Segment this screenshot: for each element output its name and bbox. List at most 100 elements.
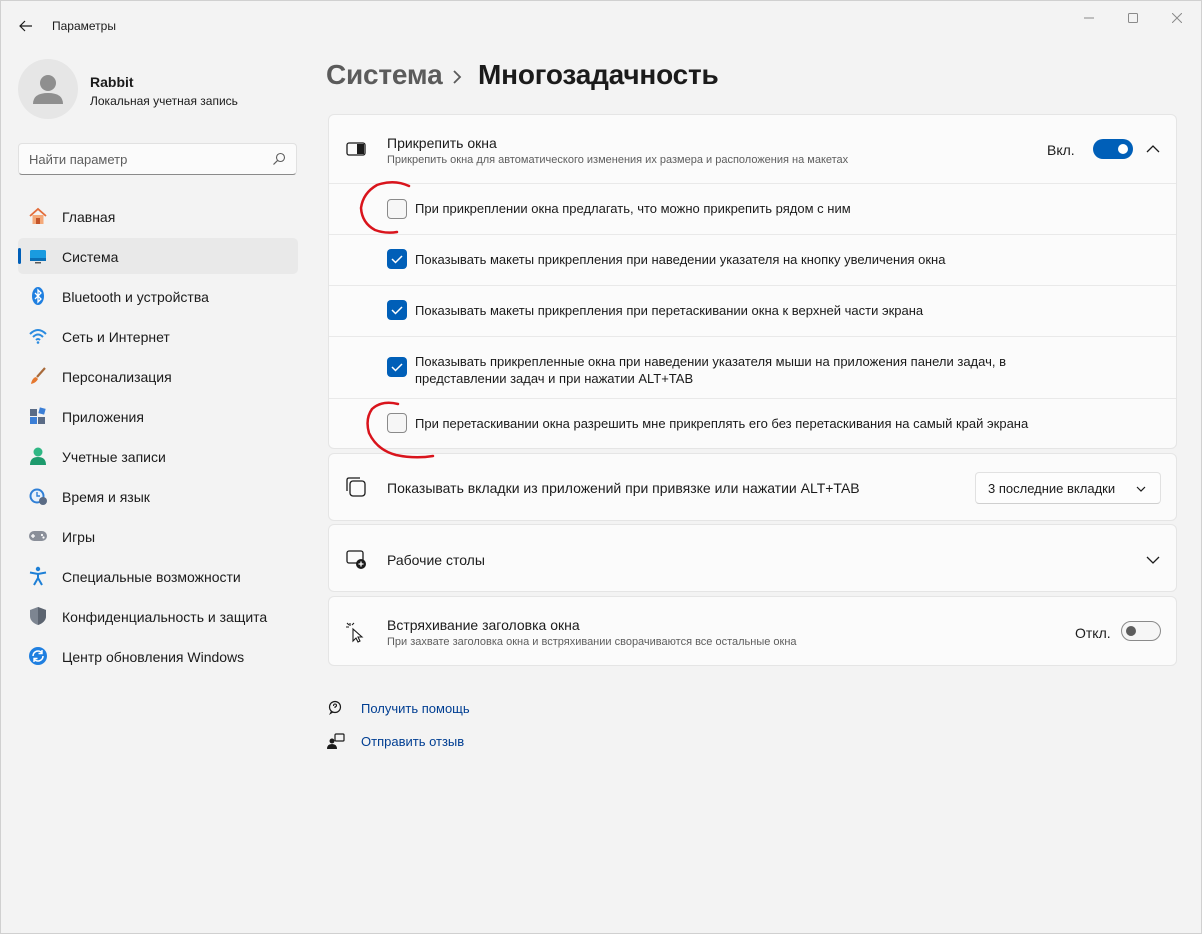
snap-windows-card: Прикрепить окна Прикрепить окна для авто…	[328, 114, 1177, 449]
maximize-icon	[1128, 13, 1138, 23]
alt-tab-tabs-title: Показывать вкладки из приложений при при…	[387, 480, 860, 496]
update-icon	[29, 647, 47, 665]
sidebar-item-personalization[interactable]: Персонализация	[18, 358, 298, 394]
gamepad-icon	[29, 531, 47, 541]
system-icon	[30, 250, 46, 264]
search-input[interactable]	[19, 144, 259, 174]
checkmark-icon	[391, 363, 403, 372]
checkbox[interactable]	[387, 413, 407, 433]
alt-tab-tabs-dropdown[interactable]: 3 последние вкладки	[975, 472, 1161, 504]
checkbox-label: Показывать макеты прикрепления при навед…	[415, 252, 946, 267]
snap-windows-description: Прикрепить окна для автоматического изме…	[387, 154, 849, 166]
checkbox[interactable]	[387, 357, 407, 377]
help-icon	[328, 700, 342, 715]
sidebar-item-label: Центр обновления Windows	[62, 649, 245, 665]
sidebar-item-label: Приложения	[62, 409, 144, 425]
snap-windows-title: Прикрепить окна	[387, 135, 497, 151]
checkbox-label-line-1: Показывать прикрепленные окна при наведе…	[415, 354, 1006, 369]
page-title: Многозадачность	[478, 59, 719, 90]
close-icon	[1172, 13, 1182, 23]
shake-description: При захвате заголовка окна и встряхивани…	[387, 636, 797, 648]
bluetooth-icon	[32, 287, 44, 305]
breadcrumb-parent-link[interactable]: Система	[326, 59, 443, 91]
accounts-icon	[30, 447, 46, 465]
sidebar-item-apps[interactable]: Приложения	[18, 398, 298, 434]
wifi-icon	[29, 329, 47, 344]
sidebar-item-windows-update[interactable]: Центр обновления Windows	[18, 638, 298, 674]
minimize-button[interactable]	[1069, 7, 1109, 29]
sidebar-item-label: Учетные записи	[62, 449, 166, 465]
minimize-icon	[1084, 17, 1094, 19]
sidebar-item-home[interactable]: Главная	[18, 198, 298, 234]
checkbox-label: При прикреплении окна предлагать, что мо…	[415, 201, 851, 216]
checkbox-label: Показывать макеты прикрепления при перет…	[415, 303, 924, 318]
accessibility-icon	[29, 566, 47, 586]
checkmark-icon	[391, 306, 403, 315]
apps-icon	[30, 407, 46, 424]
app-title: Параметры	[52, 19, 116, 33]
chevron-up-icon[interactable]	[1145, 141, 1161, 157]
sidebar-item-label: Сеть и Интернет	[62, 329, 170, 345]
home-icon	[29, 207, 47, 224]
active-indicator	[18, 248, 21, 264]
checkbox[interactable]	[387, 199, 407, 219]
divider	[329, 285, 1176, 286]
shake-cursor-icon	[346, 622, 364, 643]
sidebar-item-label: Конфиденциальность и защита	[62, 609, 268, 625]
chevron-down-icon	[1136, 486, 1146, 492]
account-type: Локальная учетная запись	[90, 94, 238, 108]
user-silhouette-icon	[33, 75, 63, 104]
chevron-right-icon	[453, 70, 462, 84]
title-bar: Параметры	[1, 1, 1201, 49]
snap-windows-icon	[346, 142, 366, 156]
sidebar-item-bluetooth[interactable]: Bluetooth и устройства	[18, 278, 298, 314]
sidebar-item-label: Bluetooth и устройства	[62, 289, 209, 305]
sidebar-item-label: Персонализация	[62, 369, 172, 385]
send-feedback-link[interactable]: Отправить отзыв	[361, 734, 464, 749]
sidebar-item-time-language[interactable]: Время и язык	[18, 478, 298, 514]
sidebar-item-gaming[interactable]: Игры	[18, 518, 298, 554]
toggle-knob	[1118, 144, 1128, 154]
divider	[329, 336, 1176, 337]
close-button[interactable]	[1157, 7, 1197, 29]
avatar[interactable]	[18, 59, 78, 119]
divider	[329, 183, 1176, 184]
shake-toggle[interactable]	[1121, 621, 1161, 641]
sidebar-item-system[interactable]: Система	[18, 238, 298, 274]
back-arrow-icon	[19, 20, 32, 32]
shake-state-label: Откл.	[1075, 625, 1111, 641]
time-language-icon	[29, 488, 47, 505]
snap-windows-toggle[interactable]	[1093, 139, 1133, 159]
shield-icon	[30, 607, 46, 625]
toggle-knob	[1126, 626, 1136, 636]
brush-icon	[31, 367, 46, 384]
desktops-card[interactable]: Рабочие столы	[328, 524, 1177, 592]
search-icon[interactable]	[272, 152, 286, 166]
sidebar-item-accounts[interactable]: Учетные записи	[18, 438, 298, 474]
sidebar-item-network[interactable]: Сеть и Интернет	[18, 318, 298, 354]
search-box[interactable]	[18, 143, 297, 175]
divider	[329, 398, 1176, 399]
user-name: Rabbit	[90, 74, 134, 90]
sidebar-item-accessibility[interactable]: Специальные возможности	[18, 558, 298, 594]
tabs-windows-icon	[346, 477, 366, 497]
checkbox[interactable]	[387, 249, 407, 269]
sidebar-item-label: Время и язык	[62, 489, 150, 505]
sidebar-item-privacy[interactable]: Конфиденциальность и защита	[18, 598, 298, 634]
maximize-button[interactable]	[1113, 7, 1153, 29]
back-button[interactable]	[13, 13, 39, 39]
sidebar-item-label: Система	[62, 249, 119, 265]
shake-card: Встряхивание заголовка окна При захвате …	[328, 596, 1177, 666]
feedback-icon	[327, 733, 345, 749]
sidebar-item-label: Специальные возможности	[62, 569, 241, 585]
shake-title: Встряхивание заголовка окна	[387, 617, 580, 633]
checkbox-label-line-2: представлении задач и при нажатии ALT+TA…	[415, 371, 694, 386]
divider	[329, 234, 1176, 235]
chevron-down-icon[interactable]	[1145, 552, 1161, 568]
checkbox[interactable]	[387, 300, 407, 320]
dropdown-selected-value: 3 последние вкладки	[988, 481, 1116, 496]
checkmark-icon	[391, 255, 403, 264]
get-help-link[interactable]: Получить помощь	[361, 701, 470, 716]
sidebar-item-label: Главная	[62, 209, 116, 225]
snap-state-label: Вкл.	[1047, 142, 1075, 158]
